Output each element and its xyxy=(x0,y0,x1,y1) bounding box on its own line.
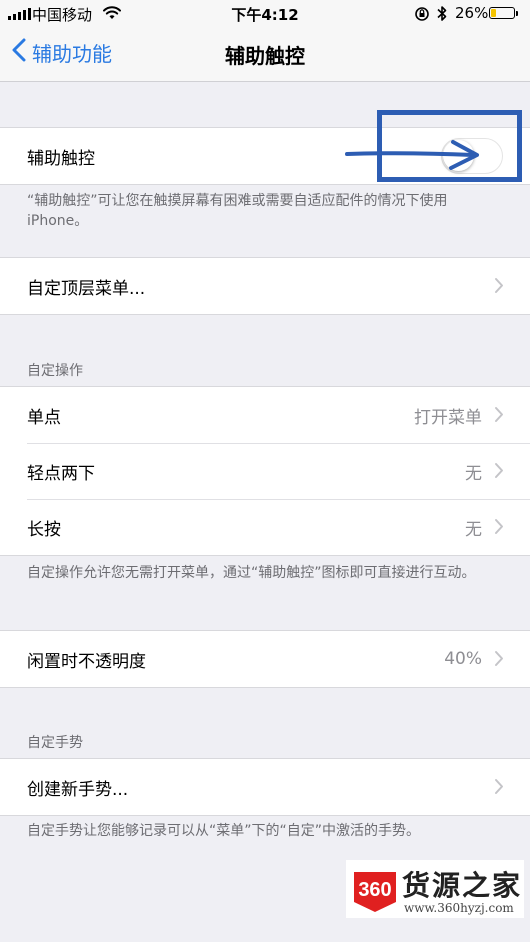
bluetooth-icon xyxy=(436,5,448,26)
top-menu-section: 自定顶层菜单... xyxy=(0,257,530,315)
create-gesture-row[interactable]: 创建新手势... xyxy=(0,759,530,815)
chevron-right-icon xyxy=(494,518,504,540)
battery-percent: 26% xyxy=(455,4,489,22)
create-gesture-label: 创建新手势... xyxy=(27,779,129,800)
double-tap-value: 无 xyxy=(465,463,482,484)
chevron-right-icon xyxy=(494,778,504,800)
idle-opacity-section: 闲置时不透明度 40% xyxy=(0,630,530,688)
clock: 下午4:12 xyxy=(231,6,299,24)
battery-icon xyxy=(489,7,515,19)
toggle-knob xyxy=(443,140,474,171)
custom-actions-section: 单点 打开菜单 轻点两下 无 长按 无 xyxy=(0,386,530,556)
battery-tip xyxy=(516,11,518,16)
custom-actions-footer: 自定操作允许您无需打开菜单，通过“辅助触控”图标即可直接进行互动。 xyxy=(27,565,476,581)
custom-gestures-footer: 自定手势让您能够记录可以从“菜单”下的“自定”中激活的手势。 xyxy=(27,823,421,839)
page-title: 辅助触控 xyxy=(225,44,305,68)
customize-top-menu-label: 自定顶层菜单... xyxy=(27,278,146,299)
single-tap-label: 单点 xyxy=(27,407,61,428)
custom-gestures-section: 创建新手势... xyxy=(0,758,530,816)
custom-actions-header: 自定操作 xyxy=(27,363,83,379)
status-bar: 中国移动 下午4:12 26% xyxy=(0,0,530,28)
double-tap-label: 轻点两下 xyxy=(27,463,95,484)
chevron-right-icon xyxy=(494,650,504,672)
long-press-row[interactable]: 长按 无 xyxy=(0,499,530,555)
watermark: 360 货源之家 www.360hyzj.com xyxy=(346,860,524,918)
single-tap-value: 打开菜单 xyxy=(414,407,482,428)
chevron-right-icon xyxy=(494,277,504,299)
double-tap-row[interactable]: 轻点两下 无 xyxy=(0,443,530,499)
assistive-touch-section: 辅助触控 xyxy=(0,127,530,185)
chevron-right-icon xyxy=(494,406,504,428)
assistive-touch-row: 辅助触控 xyxy=(0,128,530,184)
watermark-logo: 360 xyxy=(350,866,400,918)
watermark-logo-text: 360 xyxy=(358,879,391,901)
chevron-right-icon xyxy=(494,462,504,484)
customize-top-menu-row[interactable]: 自定顶层菜单... xyxy=(0,258,530,314)
long-press-label: 长按 xyxy=(27,519,61,540)
assistive-touch-label: 辅助触控 xyxy=(27,148,95,169)
assistive-touch-toggle[interactable] xyxy=(441,138,503,174)
assistive-touch-description: “辅助触控”可让您在触摸屏幕有困难或需要自适应配件的情况下使用 iPhone。 xyxy=(27,193,448,229)
custom-gestures-header: 自定手势 xyxy=(27,735,83,751)
single-tap-row[interactable]: 单点 打开菜单 xyxy=(0,387,530,443)
idle-opacity-label: 闲置时不透明度 xyxy=(27,651,146,672)
watermark-brand: 货源之家 xyxy=(402,869,523,902)
watermark-url: www.360hyzj.com xyxy=(404,901,514,915)
long-press-value: 无 xyxy=(465,519,482,540)
orientation-lock-icon xyxy=(414,6,430,26)
idle-opacity-value: 40% xyxy=(444,649,482,669)
navigation-bar: 辅助功能 辅助触控 xyxy=(0,28,530,82)
idle-opacity-row[interactable]: 闲置时不透明度 40% xyxy=(0,631,530,687)
